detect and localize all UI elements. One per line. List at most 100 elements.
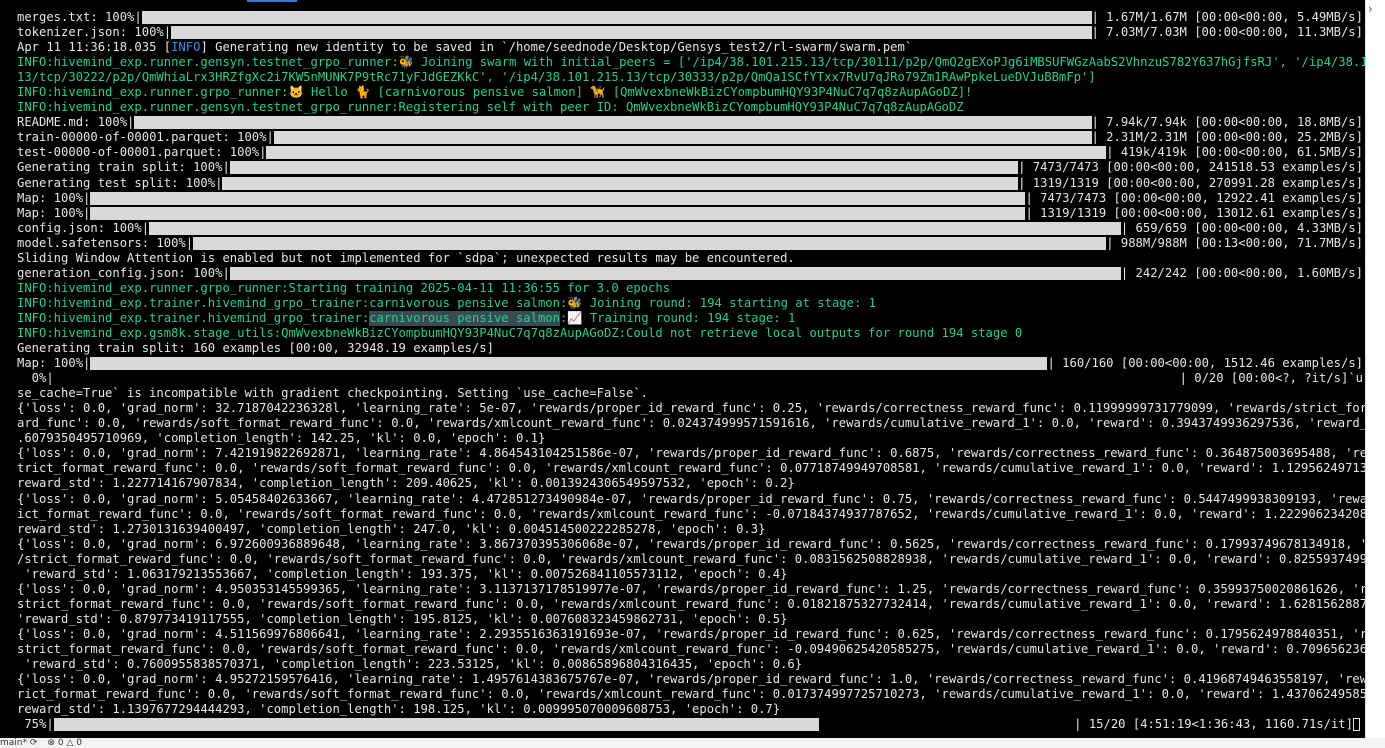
log-line: INFO:hivemind_exp.trainer.hivemind_grpo_… — [0, 310, 1365, 326]
log-text: reward_std': 1.227714167907834, 'complet… — [17, 476, 795, 491]
log-line: 'reward_std': 0.879773419117555, 'comple… — [0, 612, 1365, 627]
log-line: {'loss': 0.0, 'grad_norm': 4.95272159576… — [0, 672, 1365, 687]
progress-bar-fill — [229, 266, 1121, 280]
log-line: reward_std': 1.227714167907834, 'complet… — [0, 476, 1365, 491]
log-text: rict_format_reward_func': 0.0, 'rewards/… — [17, 687, 1365, 702]
log-text: carnivorous pensive salmon — [369, 310, 560, 326]
progress-line: Map: 100%| | 160/160 [00:00<00:00, 1512.4… — [0, 356, 1365, 371]
problems-indicator[interactable]: ⊗ 0 △ 0 — [47, 738, 82, 748]
log-text: /strict_format_reward_func': 0.0, 'rewar… — [17, 551, 1365, 566]
progress-stats: | 988M/988M [00:13<00:00, 71.7MB/s] — [1106, 235, 1363, 250]
log-text: INFO:hivemind_exp.trainer.hivemind_grpo_… — [17, 310, 370, 325]
progress-label: model.safetensors: 100%| — [17, 235, 194, 250]
log-text: INFO:hivemind_exp.runner.gensyn.testnet_… — [17, 100, 964, 115]
log-text: Apr 11 11:36:18.035 [ — [17, 40, 172, 55]
progress-stats: | 2.31M/2.31M [00:00<00:00, 25.2MB/s] — [1091, 130, 1364, 145]
progress-line: README.md: 100%| | 7.94k/7.94k [00:00<00:… — [0, 115, 1365, 130]
error-icon: ⊗ — [47, 738, 55, 748]
progress-label: 75%| — [17, 717, 54, 732]
error-count: 0 — [57, 738, 64, 748]
log-line: Sliding Window Attention is enabled but … — [0, 251, 1365, 266]
progress-label: generation_config.json: 100%| — [17, 265, 230, 280]
progress-bar-fill — [53, 718, 820, 732]
log-line: {'loss': 0.0, 'grad_norm': 5.05458402633… — [0, 492, 1365, 507]
log-text: .6079350495710969, 'completion_length': … — [17, 431, 546, 446]
chevron-right-icon[interactable]: › — [1368, 2, 1373, 17]
progress-bar-fill — [141, 11, 1092, 25]
log-text: 'reward_std': 1.063179213553667, 'comple… — [17, 566, 788, 581]
log-text: {'loss': 0.0, 'grad_norm': 4.51156997680… — [17, 626, 1365, 641]
log-text: INFO:hivemind_exp.trainer.hivemind_grpo_… — [17, 295, 876, 310]
log-line: strict_format_reward_func': 0.0, 'reward… — [0, 642, 1365, 657]
sync-icon[interactable]: ⟳ — [30, 738, 38, 748]
log-line: INFO:hivemind_exp.runner.gensyn.testnet_… — [0, 100, 1365, 115]
log-line: {'loss': 0.0, 'grad_norm': 7.42191982269… — [0, 446, 1365, 461]
log-text: INFO:hivemind_exp.runner.grpo_runner:🐱 H… — [17, 85, 973, 100]
progress-line: Map: 100%| | 7473/7473 [00:00<00:00, 1292… — [0, 191, 1365, 206]
progress-bar-fill — [171, 26, 1092, 40]
progress-label: Map: 100%| — [17, 190, 91, 205]
log-line: 13/tcp/30222/p2p/QmWhiaLrx3HRZfgXc2i7KW5… — [0, 70, 1365, 85]
log-text: ict_format_reward_func': 0.0, 'rewards/s… — [17, 506, 1365, 521]
progress-bar-fill — [193, 236, 1107, 250]
log-text: reward_std': 1.2730131639400497, 'comple… — [17, 521, 766, 536]
log-text: 13/tcp/30222/p2p/QmWhiaLrx3HRZfgXc2i7KW5… — [17, 70, 1096, 85]
progress-bar-fill — [90, 357, 1048, 371]
progress-line: Generating test split: 100%| | 1319/1319 … — [0, 176, 1365, 191]
progress-line: generation_config.json: 100%| | 242/242 [… — [0, 266, 1365, 281]
log-text: {'loss': 0.0, 'grad_norm': 4.95272159576… — [17, 672, 1365, 687]
log-text: INFO:hivemind_exp.gsm8k.stage_utils:QmWv… — [17, 325, 1023, 340]
progress-label: 0%| — [17, 371, 54, 386]
active-tab-indicator — [247, 0, 297, 2]
progress-stats: | 7.94k/7.94k [00:00<00:00, 18.8MB/s] — [1091, 115, 1364, 130]
log-text: INFO — [171, 40, 201, 55]
log-text: Generating train split: 160 examples [00… — [17, 341, 494, 356]
progress-stats: | 1.67M/1.67M [00:00<00:00, 5.49MB/s] — [1091, 10, 1364, 24]
log-line: /strict_format_reward_func': 0.0, 'rewar… — [0, 552, 1365, 567]
progress-stats: | 0/20 [00:00<?, ?it/s]`u — [1179, 371, 1363, 386]
progress-bar-track — [54, 372, 1180, 385]
progress-line: 0%| | 0/20 [00:00<?, ?it/s]`u — [0, 371, 1365, 386]
progress-stats: | 15/20 [4:51:19<1:36:43, 1160.71s/it] — [1074, 717, 1353, 732]
progress-stats: | 1319/1319 [00:00<00:00, 270991.28 exam… — [1018, 175, 1363, 190]
progress-label: config.json: 100%| — [17, 220, 150, 235]
log-text: :📈 Training round: 194 stage: 1 — [559, 310, 796, 325]
progress-line: Map: 100%| | 1319/1319 [00:00<00:00, 1301… — [0, 206, 1365, 221]
warning-icon: △ — [66, 738, 74, 748]
progress-line: tokenizer.json: 100%| | 7.03M/7.03M [00:0… — [0, 25, 1365, 40]
log-text: strict_format_reward_func': 0.0, 'reward… — [17, 596, 1365, 611]
progress-line: merges.txt: 100%| | 1.67M/1.67M [00:00<00… — [0, 10, 1365, 25]
log-line: strict_format_reward_func': 0.0, 'reward… — [0, 597, 1365, 612]
log-text: 'reward_std': 0.7600955838570371, 'compl… — [17, 657, 803, 672]
progress-line: model.safetensors: 100%| | 988M/988M [00:… — [0, 236, 1365, 251]
log-text: {'loss': 0.0, 'grad_norm': 6.97260093688… — [17, 536, 1365, 551]
log-line: trict_format_reward_func': 0.0, 'rewards… — [0, 461, 1365, 476]
log-line: se_cache=True` is incompatible with grad… — [0, 386, 1365, 401]
branch-indicator[interactable]: main* ⟳ — [0, 738, 37, 748]
log-line: Generating train split: 160 examples [00… — [0, 341, 1365, 356]
progress-stats: | 7.03M/7.03M [00:00<00:00, 11.3MB/s] — [1091, 25, 1364, 40]
progress-stats: | 659/659 [00:00<00:00, 4.33MB/s] — [1120, 220, 1363, 235]
log-line: {'loss': 0.0, 'grad_norm': 4.51156997680… — [0, 627, 1365, 642]
log-text: INFO:hivemind_exp.runner.grpo_runner:Sta… — [17, 280, 671, 295]
log-line: INFO:hivemind_exp.runner.grpo_runner:Sta… — [0, 281, 1365, 296]
progress-stats: | 1319/1319 [00:00<00:00, 13012.61 examp… — [1025, 205, 1363, 220]
progress-bar-fill — [134, 116, 1092, 130]
log-line: 'reward_std': 1.063179213553667, 'comple… — [0, 567, 1365, 582]
progress-bar-fill — [90, 206, 1026, 220]
log-text: ] Generating new identity to be saved in… — [200, 40, 913, 55]
log-line: INFO:hivemind_exp.runner.gensyn.testnet_… — [0, 55, 1365, 70]
log-line: rict_format_reward_func': 0.0, 'rewards/… — [0, 687, 1365, 702]
log-text: INFO:hivemind_exp.runner.gensyn.testnet_… — [17, 55, 1365, 70]
progress-label: merges.txt: 100%| — [17, 10, 142, 24]
log-line: INFO:hivemind_exp.gsm8k.stage_utils:QmWv… — [0, 326, 1365, 341]
progress-bar-fill — [149, 221, 1121, 235]
progress-bar-track — [819, 718, 1074, 731]
progress-line: test-00000-of-00001.parquet: 100%| | 419k… — [0, 145, 1365, 160]
log-text: strict_format_reward_func': 0.0, 'reward… — [17, 641, 1365, 656]
progress-line: train-00000-of-00001.parquet: 100%| | 2.3… — [0, 130, 1365, 145]
terminal-output[interactable]: merges.txt: 100%| | 1.67M/1.67M [00:00<00… — [0, 10, 1365, 738]
log-text: se_cache=True` is incompatible with grad… — [17, 386, 649, 401]
progress-label: README.md: 100%| — [17, 115, 135, 130]
log-text: trict_format_reward_func': 0.0, 'rewards… — [17, 461, 1365, 476]
